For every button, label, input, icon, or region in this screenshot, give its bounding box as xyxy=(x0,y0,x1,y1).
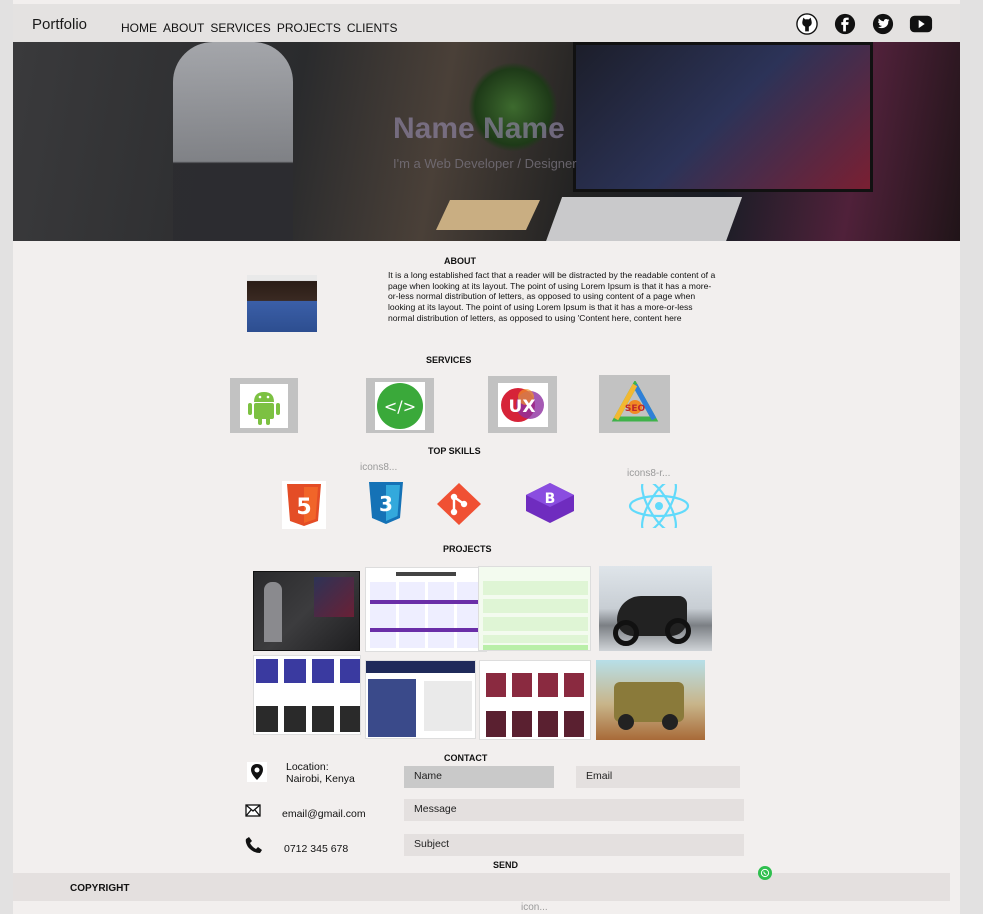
broken-image-alt: icons8... xyxy=(360,462,398,473)
skills-heading: TOP SKILLS xyxy=(428,446,481,456)
git-icon xyxy=(432,482,486,526)
project-thumbnail[interactable] xyxy=(479,660,591,740)
project-thumbnail[interactable] xyxy=(478,566,591,651)
svg-text:3: 3 xyxy=(379,492,393,516)
send-button[interactable]: SEND xyxy=(493,860,518,870)
name-field[interactable]: Name xyxy=(404,766,554,788)
subject-field[interactable]: Subject xyxy=(404,834,744,856)
location-pin-icon xyxy=(246,762,268,782)
nav-link-clients[interactable]: CLIENTS xyxy=(347,21,398,35)
svg-text:UX: UX xyxy=(508,397,535,417)
hero-notebook-image xyxy=(436,200,540,230)
services-heading: SERVICES xyxy=(426,355,472,365)
svg-text:</>: </> xyxy=(384,397,416,416)
github-icon[interactable] xyxy=(795,12,819,36)
contact-phone[interactable]: 0712 345 678 xyxy=(284,843,348,855)
brand-logo[interactable]: Portfolio xyxy=(32,16,87,33)
twitter-icon[interactable] xyxy=(871,12,895,36)
react-icon xyxy=(627,484,691,528)
project-thumbnail[interactable] xyxy=(599,566,712,651)
navbar: Portfolio HOME ABOUT SERVICES PROJECTS C… xyxy=(13,4,960,42)
projects-heading: PROJECTS xyxy=(443,544,492,554)
nav-link-projects[interactable]: PROJECTS xyxy=(277,21,341,35)
page: Portfolio HOME ABOUT SERVICES PROJECTS C… xyxy=(13,0,960,914)
svg-text:5: 5 xyxy=(296,495,311,520)
profile-photo xyxy=(247,275,317,332)
svg-text:B: B xyxy=(545,491,556,507)
nav-link-services[interactable]: SERVICES xyxy=(210,21,270,35)
envelope-icon xyxy=(244,802,262,818)
youtube-icon[interactable] xyxy=(909,12,933,36)
broken-image-alt: icon... xyxy=(521,902,548,913)
location-value: Nairobi, Kenya xyxy=(286,773,355,785)
footer: COPYRIGHT xyxy=(13,873,950,901)
nav-link-home[interactable]: HOME xyxy=(121,21,157,35)
message-field[interactable]: Message xyxy=(404,799,744,821)
phone-icon xyxy=(244,835,264,855)
ux-icon: UX xyxy=(488,376,557,433)
bootstrap-icon: B xyxy=(521,480,579,526)
about-text: It is a long established fact that a rea… xyxy=(388,270,716,323)
svg-text:SEO: SEO xyxy=(624,404,645,414)
social-links xyxy=(795,12,933,36)
project-thumbnail[interactable] xyxy=(253,571,360,651)
code-icon: </> xyxy=(366,378,434,433)
nav-links: HOME ABOUT SERVICES PROJECTS CLIENTS xyxy=(121,21,398,35)
location-label: Location: xyxy=(286,761,329,773)
project-thumbnail[interactable] xyxy=(253,655,361,735)
hero-laptop-image xyxy=(543,197,743,241)
nav-link-about[interactable]: ABOUT xyxy=(163,21,204,35)
contact-email[interactable]: email@gmail.com xyxy=(282,808,366,820)
contact-heading: CONTACT xyxy=(444,753,488,763)
project-thumbnail[interactable] xyxy=(596,660,705,740)
project-thumbnail[interactable] xyxy=(365,660,476,739)
about-heading: ABOUT xyxy=(444,256,476,266)
android-icon xyxy=(230,378,298,433)
copyright-text: COPYRIGHT xyxy=(70,883,130,894)
hero-subtitle: I'm a Web Developer / Designer xyxy=(393,156,577,171)
html5-icon: 5 xyxy=(281,480,327,530)
facebook-icon[interactable] xyxy=(833,12,857,36)
broken-image-alt: icons8-r... xyxy=(627,468,671,479)
hero-monitor-image xyxy=(573,42,873,192)
email-field[interactable]: Email xyxy=(576,766,740,788)
hero-person-image xyxy=(173,42,293,241)
whatsapp-icon[interactable] xyxy=(758,866,772,880)
css3-icon: 3 xyxy=(365,480,407,526)
seo-icon: SEO xyxy=(599,375,670,433)
hero-title: Name Name xyxy=(393,112,565,145)
project-thumbnail[interactable] xyxy=(365,567,487,652)
hero-banner: Name Name I'm a Web Developer / Designer xyxy=(13,42,960,241)
